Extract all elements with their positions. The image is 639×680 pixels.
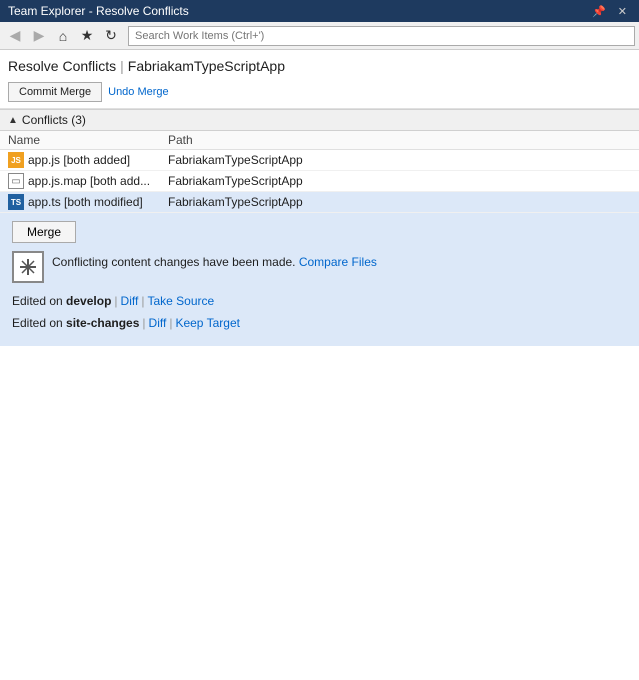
branch2-diff-link[interactable]: Diff [149,316,167,330]
page-subtitle: FabriakamTypeScriptApp [128,58,285,74]
page-title: Resolve Conflicts [8,58,116,74]
title-bar-icons: 📌 ✕ [588,5,631,18]
conflict-merge-icon [12,251,44,283]
edit-info: Edited on develop|Diff|Take Source Edite… [12,291,627,334]
page-content: Resolve Conflicts | FabriakamTypeScriptA… [0,50,639,680]
branch1-prefix: Edited on [12,294,66,308]
branch1-diff-link[interactable]: Diff [121,294,139,308]
close-icon[interactable]: ✕ [614,5,631,18]
title-bar-text: Team Explorer - Resolve Conflicts [8,4,588,18]
page-title-row: Resolve Conflicts | FabriakamTypeScriptA… [8,58,631,74]
table-row[interactable]: JS app.js [both added] FabriakamTypeScri… [0,150,639,171]
row1-name-col: JS app.js [both added] [8,152,168,168]
title-bar: Team Explorer - Resolve Conflicts 📌 ✕ [0,0,639,22]
conflicts-section-label: Conflicts (3) [22,113,86,127]
search-input[interactable] [128,26,635,46]
keep-target-link[interactable]: Keep Target [175,316,240,330]
branch2-name: site-changes [66,316,139,330]
conflict-text: Conflicting content changes have been ma… [52,251,377,269]
title-separator: | [120,58,124,74]
compare-files-link[interactable]: Compare Files [299,255,377,269]
home-button[interactable]: ⌂ [52,25,74,47]
conflicts-table: JS app.js [both added] FabriakamTypeScri… [0,150,639,346]
take-source-link[interactable]: Take Source [147,294,214,308]
table-row[interactable]: TS app.ts [both modified] FabriakamTypeS… [0,192,639,213]
row2-filename: app.js.map [both add... [28,174,150,188]
branch1-sep1: | [114,294,117,308]
header-path: Path [168,133,631,147]
js-file-icon: JS [8,152,24,168]
row3-name-col: TS app.ts [both modified] [8,194,168,210]
table-header: Name Path [0,131,639,150]
branch2-sep2: | [169,316,172,330]
row3-filename: app.ts [both modified] [28,195,143,209]
merge-button[interactable]: Merge [12,221,76,243]
branch2-sep1: | [142,316,145,330]
branch1-info: Edited on develop|Diff|Take Source [12,291,627,313]
detail-panel: Merge Conflicting content changes have b… [0,213,639,346]
conflict-message: Conflicting content changes have been ma… [52,255,296,269]
row2-path: FabriakamTypeScriptApp [168,174,631,188]
row2-name-col: ▭ app.js.map [both add... [8,173,168,189]
row3-path: FabriakamTypeScriptApp [168,195,631,209]
refresh-button[interactable]: ↻ [100,25,122,47]
favorites-button[interactable]: ★ [76,25,98,47]
back-button[interactable]: ◀ [4,25,26,47]
row1-path: FabriakamTypeScriptApp [168,153,631,167]
toolbar: ◀ ▶ ⌂ ★ ↻ [0,22,639,50]
header-name: Name [8,133,168,147]
conflicts-section-header[interactable]: ▲ Conflicts (3) [0,109,639,131]
conflict-info: Conflicting content changes have been ma… [12,251,627,283]
action-buttons: Commit Merge Undo Merge [8,82,631,102]
forward-button[interactable]: ▶ [28,25,50,47]
branch1-name: develop [66,294,111,308]
page-header: Resolve Conflicts | FabriakamTypeScriptA… [0,50,639,109]
branch1-sep2: | [141,294,144,308]
generic-file-icon: ▭ [8,173,24,189]
ts-file-icon: TS [8,194,24,210]
branch2-prefix: Edited on [12,316,66,330]
pin-icon[interactable]: 📌 [588,5,610,18]
undo-merge-button[interactable]: Undo Merge [108,82,169,102]
merge-btn-row: Merge [12,221,627,243]
row1-filename: app.js [both added] [28,153,130,167]
section-toggle-icon: ▲ [8,115,18,126]
branch2-info: Edited on site-changes|Diff|Keep Target [12,313,627,335]
table-row[interactable]: ▭ app.js.map [both add... FabriakamTypeS… [0,171,639,192]
commit-merge-button[interactable]: Commit Merge [8,82,102,102]
